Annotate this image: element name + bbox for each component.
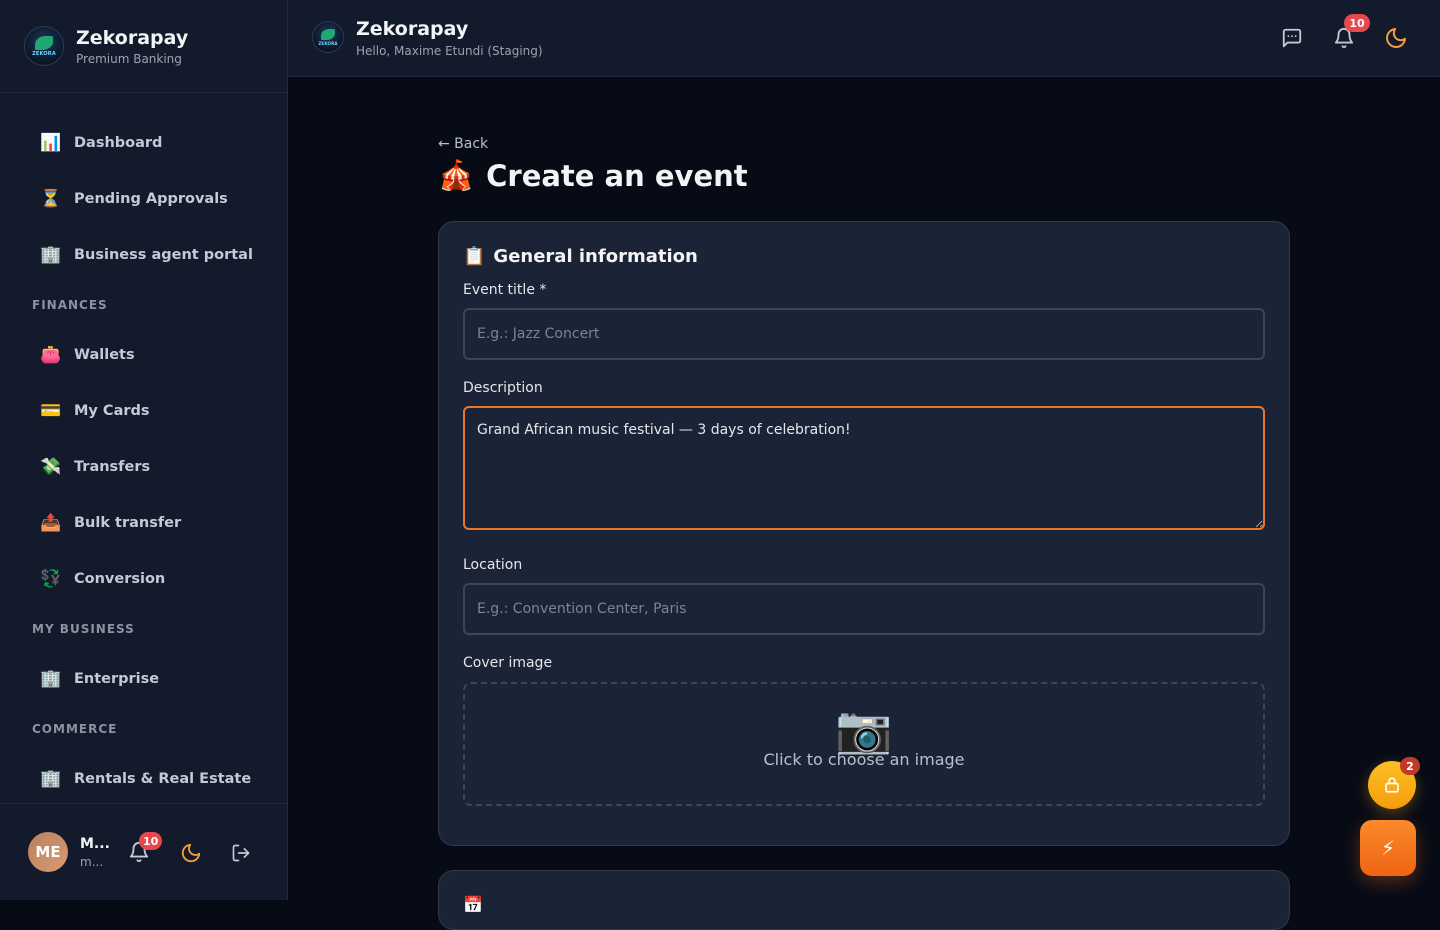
circus-tent-icon: 🎪 <box>438 158 475 192</box>
brand-logo: ZEKORA <box>24 26 64 66</box>
sidebar-item-label: My Cards <box>74 403 150 419</box>
lock-badge: 2 <box>1400 757 1420 775</box>
sidebar-item-label: Bulk transfer <box>74 515 182 531</box>
money-wings-icon: 💸 <box>40 457 62 477</box>
section-title-text: General information <box>493 246 698 267</box>
nav-section-my-business: MY BUSINESS <box>32 622 135 636</box>
moon-icon <box>1386 28 1406 48</box>
calendar-icon: 📅 <box>463 895 483 914</box>
topbar-greeting: Hello, Maxime Etundi (Staging) <box>356 44 543 58</box>
credit-card-icon: 💳 <box>40 401 62 421</box>
user-bar: ME M... m... 10 <box>0 803 288 900</box>
location-input[interactable] <box>463 583 1265 635</box>
sidebar-theme-toggle[interactable] <box>175 837 207 869</box>
event-title-input[interactable] <box>463 308 1265 360</box>
section-title: 📋 General information <box>463 246 698 267</box>
sidebar-item-label: Conversion <box>74 571 166 587</box>
messages-button[interactable] <box>1276 22 1308 54</box>
nav-section-finances: FINANCES <box>32 298 108 312</box>
sidebar-nav: 📊 Dashboard ⏳ Pending Approvals 🏢 Busine… <box>24 115 272 807</box>
sidebar-item-rentals-real-estate[interactable]: 🏢 Rentals & Real Estate <box>24 751 272 807</box>
notification-badge: 10 <box>139 832 163 850</box>
nav-section-commerce: COMMERCE <box>32 722 118 736</box>
sidebar-item-enterprise[interactable]: 🏢 Enterprise <box>24 651 272 707</box>
camera-icon: 📷 <box>835 702 893 756</box>
upload-hint: Click to choose an image <box>763 750 965 769</box>
sidebar-item-my-cards[interactable]: 💳 My Cards <box>24 383 272 439</box>
notifications-button[interactable]: 10 <box>1328 14 1370 54</box>
avatar[interactable]: ME <box>28 832 68 872</box>
sidebar-item-label: Transfers <box>74 459 151 475</box>
outbox-icon: 📤 <box>40 513 62 533</box>
description-label: Description <box>463 380 543 396</box>
lock-icon <box>1385 777 1399 793</box>
building-icon: 🏢 <box>40 769 62 789</box>
sidebar-item-pending-approvals[interactable]: ⏳ Pending Approvals <box>24 171 272 227</box>
general-info-card: 📋 General information Event title * Desc… <box>438 221 1290 846</box>
building-icon: 🏢 <box>40 669 62 689</box>
lightning-icon: ⚡ <box>1380 836 1396 860</box>
sidebar-item-label: Dashboard <box>74 135 163 151</box>
wallet-icon: 👛 <box>40 345 62 365</box>
sidebar-item-label: Business agent portal <box>74 247 253 263</box>
topbar-logo: ZEKORA <box>312 21 344 53</box>
sidebar-item-label: Wallets <box>74 347 135 363</box>
sidebar: ZEKORA Zekorapay Premium Banking 📊 Dashb… <box>0 0 288 900</box>
chat-icon <box>1282 28 1302 48</box>
hourglass-icon: ⏳ <box>40 189 62 209</box>
user-info: M... m... <box>80 836 116 869</box>
location-label: Location <box>463 557 523 573</box>
sidebar-item-label: Rentals & Real Estate <box>74 771 252 787</box>
cover-image-label: Cover image <box>463 655 553 671</box>
theme-toggle[interactable] <box>1380 22 1412 54</box>
sidebar-item-business-agent-portal[interactable]: 🏢 Business agent portal <box>24 227 272 283</box>
back-link[interactable]: ← Back <box>438 136 488 152</box>
building-icon: 🏢 <box>40 245 62 265</box>
sidebar-item-dashboard[interactable]: 📊 Dashboard <box>24 115 272 171</box>
user-email: m... <box>80 854 104 869</box>
moon-icon <box>181 843 201 863</box>
event-title-label: Event title * <box>463 282 547 298</box>
chart-icon: 📊 <box>40 133 62 153</box>
currency-exchange-icon: 💱 <box>40 569 62 589</box>
logout-button[interactable] <box>225 837 257 869</box>
sidebar-item-bulk-transfer[interactable]: 📤 Bulk transfer <box>24 495 272 551</box>
brand-name: Zekorapay <box>76 26 189 49</box>
user-name: M... <box>80 835 110 852</box>
sidebar-notifications-button[interactable]: 10 <box>123 832 163 868</box>
lock-floating-button[interactable]: 2 <box>1368 757 1420 809</box>
cover-image-upload[interactable]: 📷 Click to choose an image <box>463 682 1265 806</box>
quick-action-button[interactable]: ⚡ <box>1360 820 1416 876</box>
sidebar-item-conversion[interactable]: 💱 Conversion <box>24 551 272 607</box>
topbar: ZEKORA Zekorapay Hello, Maxime Etundi (S… <box>288 0 1440 77</box>
page-title: 🎪 Create an event <box>438 158 748 193</box>
sidebar-item-transfers[interactable]: 💸 Transfers <box>24 439 272 495</box>
sidebar-item-wallets[interactable]: 👛 Wallets <box>24 327 272 383</box>
brand: ZEKORA Zekorapay Premium Banking <box>0 0 287 93</box>
page-title-text: Create an event <box>486 158 748 193</box>
next-section-card: 📅 <box>438 870 1290 930</box>
notification-badge: 10 <box>1344 14 1370 32</box>
topbar-title: Zekorapay <box>356 18 469 40</box>
brand-tagline: Premium Banking <box>76 51 182 66</box>
description-textarea[interactable] <box>463 406 1265 530</box>
clipboard-icon: 📋 <box>463 246 486 267</box>
sidebar-item-label: Enterprise <box>74 671 160 687</box>
sidebar-item-label: Pending Approvals <box>74 191 228 207</box>
logout-icon <box>232 844 250 862</box>
